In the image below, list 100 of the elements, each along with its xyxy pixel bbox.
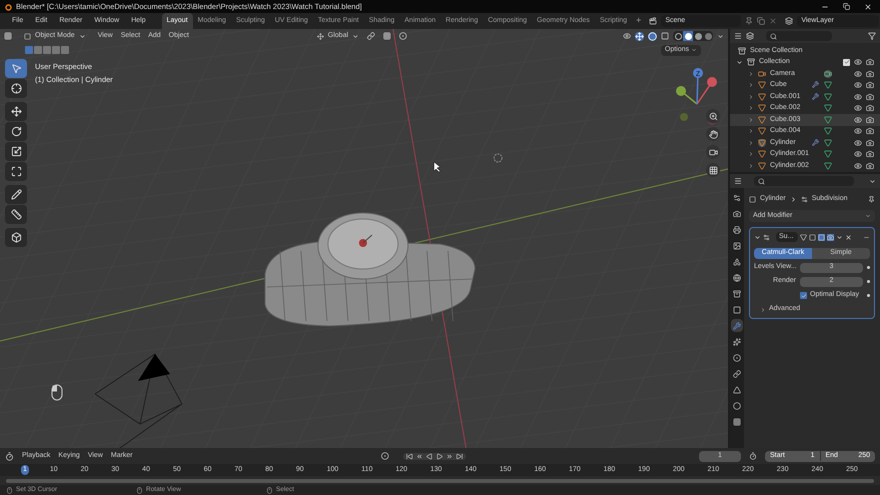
camera-icon [866,162,874,170]
mouse-icon [6,486,13,494]
wrench-icon [733,322,741,330]
render-icon [827,234,834,240]
search-icon [770,32,777,40]
play-icon [436,452,443,460]
navigation-button[interactable] [706,127,720,141]
camera-icon [866,104,874,112]
search-field[interactable] [766,31,832,41]
chevron-icon [790,196,797,202]
hand-icon [708,130,718,138]
checker-icon [733,418,741,426]
object-icon [749,196,756,202]
scale-icon [10,146,22,157]
3d-cursor-icon [494,154,502,162]
navigation-button[interactable] [706,145,720,159]
tool-button[interactable] [5,59,27,78]
viewport-display-icon [818,234,825,240]
search-field[interactable] [754,176,854,186]
overlay-icon [648,32,657,40]
next-keyframe-icon [446,452,453,460]
record-icon [380,452,389,460]
tool-button[interactable] [5,205,27,224]
filter-icon [868,32,876,40]
sphere-icon [733,402,741,410]
copy-icon [757,17,766,25]
scrollbar[interactable] [6,478,874,482]
cursor-icon [10,83,22,94]
tool-button[interactable] [5,185,27,204]
checkbox[interactable] [843,58,850,66]
previous-keyframe-icon [416,452,423,460]
tool-button[interactable] [5,162,27,181]
caret-icon [691,47,697,53]
tool-button[interactable] [5,79,27,98]
camera-icon [708,148,718,156]
eye-icon [854,116,862,124]
caret-icon [836,234,843,240]
tool-button[interactable] [5,122,27,141]
camera-icon [866,81,874,90]
transform-icon [10,166,22,177]
camera-icon [866,127,874,136]
checkbox[interactable] [800,292,807,299]
caret-icon [78,32,86,40]
properties-icon [734,177,742,185]
tool-button[interactable] [5,142,27,161]
grid-icon [708,166,718,174]
expand-icon [760,306,766,312]
wrench-icon [812,92,819,100]
properties-tab[interactable] [731,319,743,332]
eye-icon [854,58,862,66]
wrench-icon [812,138,819,146]
navigation-button[interactable] [706,163,720,177]
stopwatch-icon [749,452,757,460]
mouse-icon [136,486,143,494]
cube-icon [10,232,22,243]
jump-start-icon [406,452,413,460]
app-logo-icon [4,2,12,10]
link-icon [367,32,376,40]
camera-icon [866,70,874,78]
printer-icon [733,226,741,234]
add-workspace-button[interactable]: + [632,14,646,28]
camera-icon [758,70,766,78]
caret-icon [865,213,871,219]
navigation-button[interactable] [706,109,720,123]
outliner-icon [734,32,742,40]
mouse-icon [51,384,63,401]
eye-icon [854,81,862,90]
search-icon [758,178,765,184]
eye-icon [854,138,862,147]
eye-icon [854,127,862,136]
gizmo-icon [635,32,644,40]
camera-icon [866,138,874,147]
pencil-icon [10,189,22,200]
close-icon [845,234,852,240]
modifier-icon [763,234,770,240]
caret-icon [352,32,360,40]
shapes-icon [733,258,741,266]
display-mode-icon [746,32,754,40]
wrench-icon [812,81,819,88]
close-icon [864,2,872,10]
sparkles-icon [733,338,741,346]
modifier-icon [800,196,808,202]
close-icon [769,17,778,25]
eye-icon [854,70,862,78]
mouse-icon [266,486,273,494]
triangle-icon [733,386,741,394]
tool-button[interactable] [5,228,27,247]
solid-sphere-icon[interactable] [683,31,693,41]
mouse-pointer-icon [434,162,440,172]
axes-icon [316,32,324,40]
caret-icon [869,178,876,184]
tool-button[interactable] [5,102,27,121]
eye-icon [854,104,862,112]
collection-icon [738,46,746,55]
select-box-icon [10,63,22,74]
xray-icon [661,32,669,40]
zoom-icon [708,112,718,120]
globe-icon [733,274,741,282]
caret-icon [717,32,724,40]
layers-icon [785,17,794,25]
